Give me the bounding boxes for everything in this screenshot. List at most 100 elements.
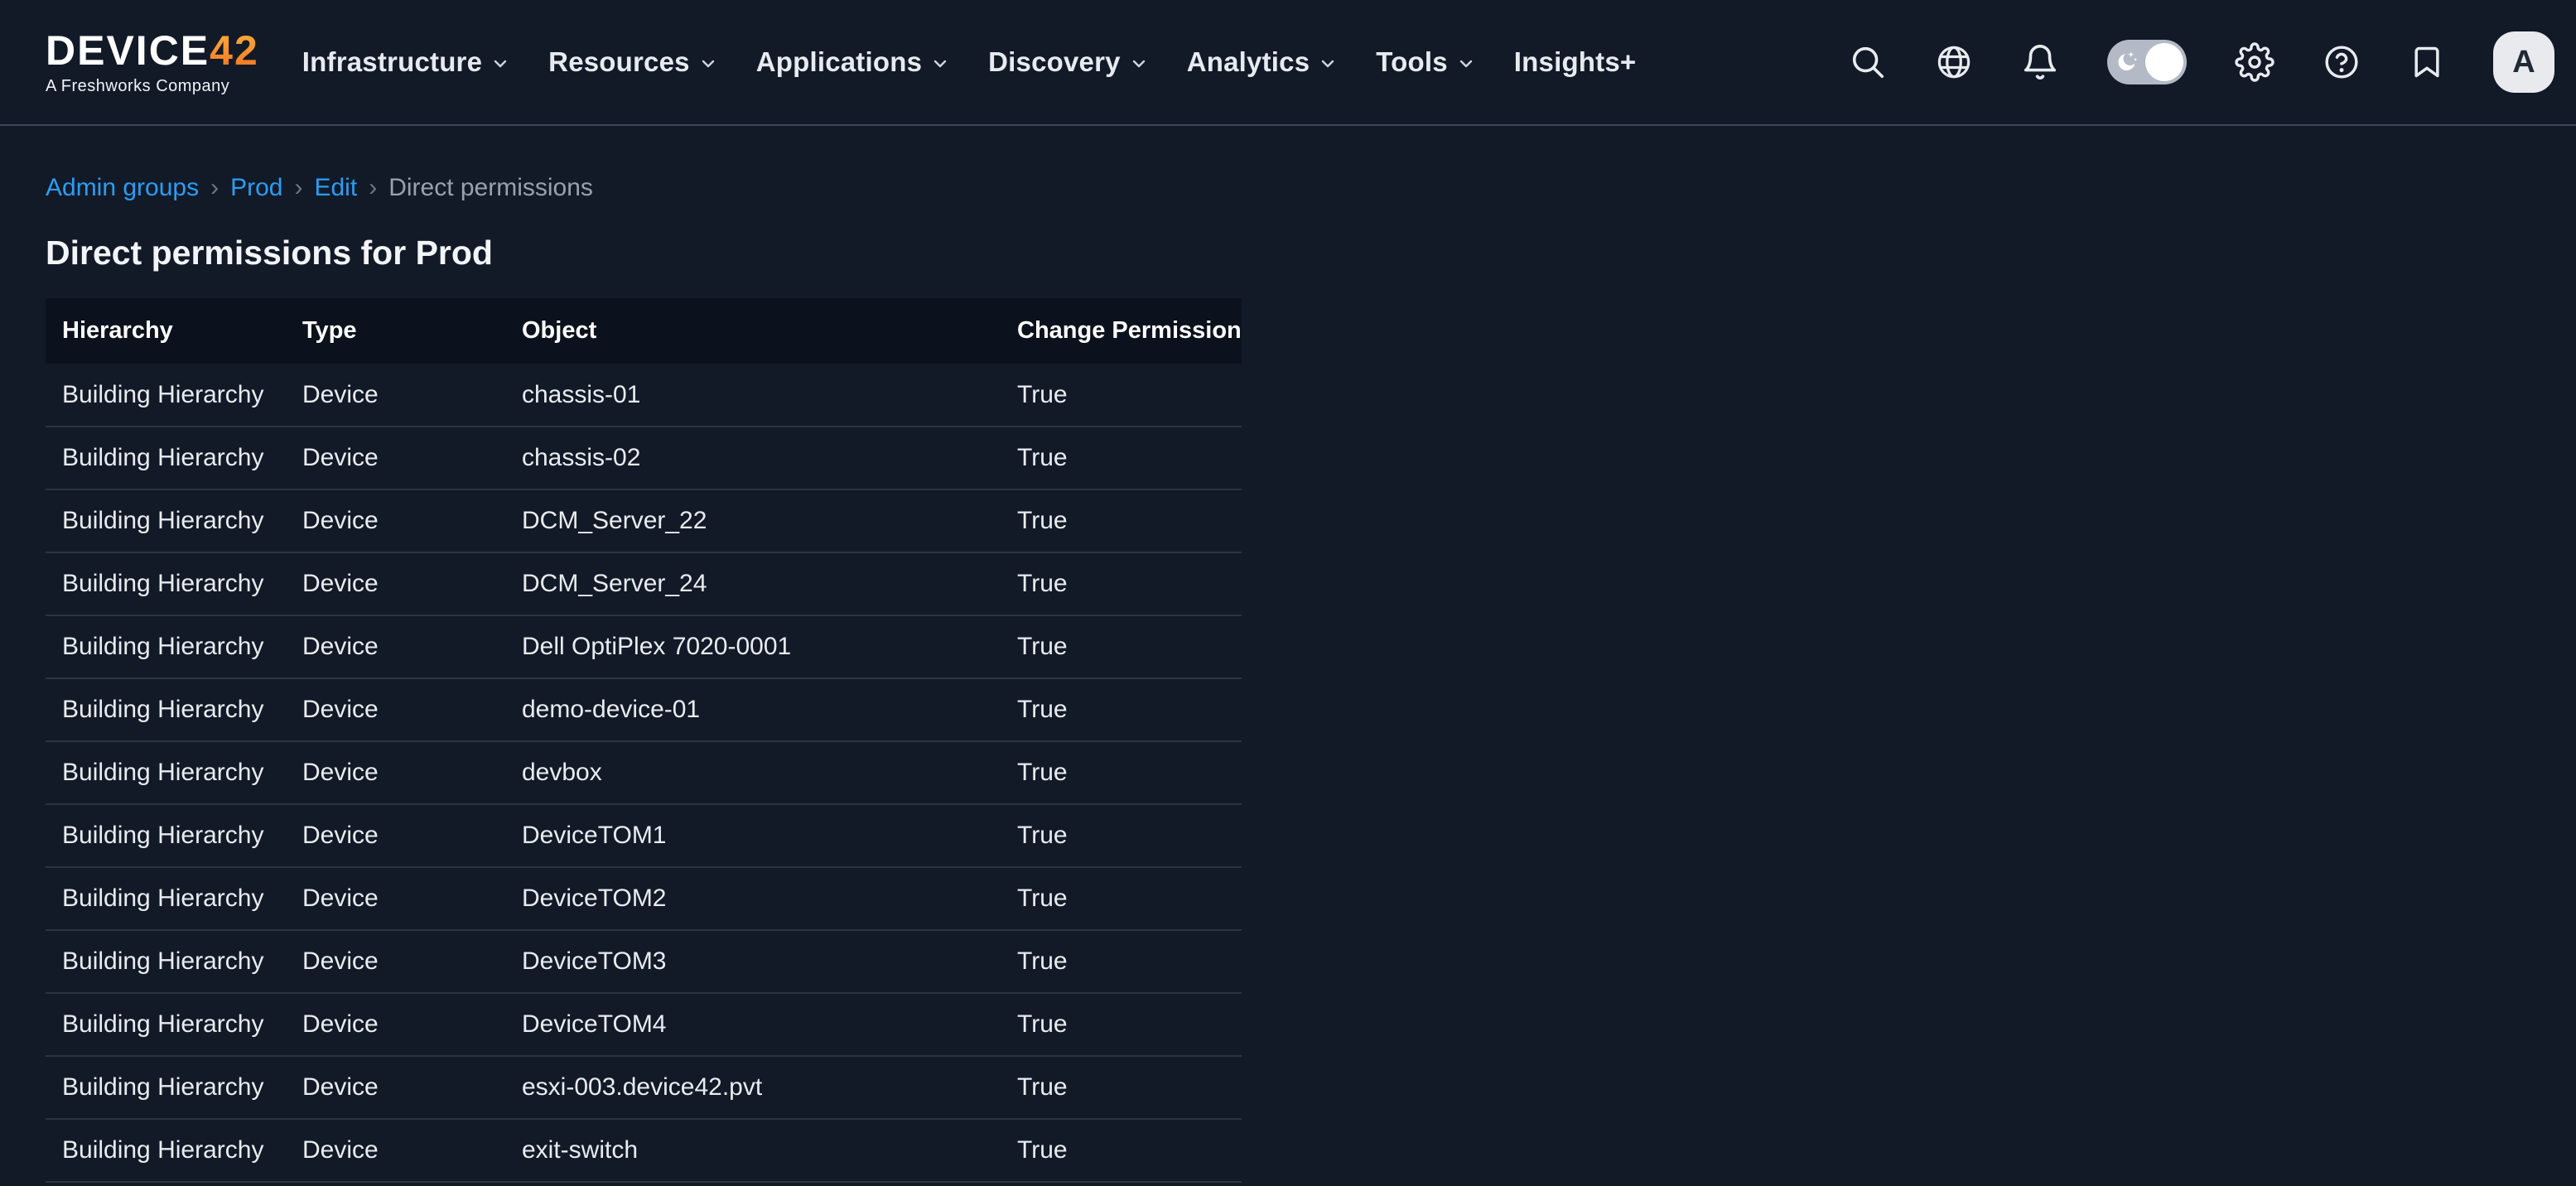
table-cell: Device <box>286 364 505 427</box>
page-title: Direct permissions for Prod <box>46 232 2530 273</box>
column-header-type: Type <box>286 298 505 364</box>
breadcrumb-current: Direct permissions <box>388 172 593 204</box>
help-icon[interactable] <box>2323 43 2361 81</box>
nav-item-insights-[interactable]: Insights+ <box>1514 46 1637 78</box>
table-cell: True <box>1001 1119 1242 1182</box>
nav-item-applications[interactable]: Applications <box>756 46 950 78</box>
table-cell: True <box>1001 930 1242 993</box>
breadcrumb-separator: › <box>210 172 219 204</box>
table-cell: DCM_Server_22 <box>505 489 1001 552</box>
table-cell: Device <box>286 678 505 741</box>
nav-item-label: Applications <box>756 46 922 78</box>
table-row: Building HierarchyDevicedemo-device-01Tr… <box>46 678 1242 741</box>
table-cell: True <box>1001 804 1242 867</box>
chevron-down-icon <box>490 54 510 74</box>
table-row: Building HierarchyDeviceesxi-003.device4… <box>46 1056 1242 1119</box>
column-header-hierarchy: Hierarchy <box>46 298 286 364</box>
table-cell: True <box>1001 427 1242 489</box>
breadcrumb-separator: › <box>369 172 377 204</box>
nav-item-label: Infrastructure <box>302 46 482 78</box>
nav-item-resources[interactable]: Resources <box>548 46 718 78</box>
nav-item-infrastructure[interactable]: Infrastructure <box>302 46 510 78</box>
table-row: Building HierarchyDeviceDCM_Server_24Tru… <box>46 552 1242 615</box>
toggle-knob <box>2145 43 2183 81</box>
nav-item-label: Tools <box>1376 46 1448 78</box>
table-cell: True <box>1001 1056 1242 1119</box>
gear-icon[interactable] <box>2235 42 2275 82</box>
chevron-down-icon <box>1129 54 1149 74</box>
table-cell: DeviceTOM1 <box>505 804 1001 867</box>
table-row: Building HierarchyDevicechassis-01True <box>46 364 1242 427</box>
table-cell: chassis-01 <box>505 364 1001 427</box>
table-cell: Building Hierarchy <box>46 867 286 930</box>
nav-item-label: Insights+ <box>1514 46 1637 78</box>
nav-item-label: Resources <box>548 46 690 78</box>
breadcrumb-link[interactable]: Prod <box>230 172 282 204</box>
table-cell: DeviceTOM4 <box>505 993 1001 1056</box>
table-cell: Device <box>286 427 505 489</box>
header-icon-group: A <box>1849 31 2554 93</box>
table-cell: Building Hierarchy <box>46 364 286 427</box>
table-cell: DeviceTOM3 <box>505 930 1001 993</box>
table-row: Building HierarchyDeviceDeviceTOM2True <box>46 867 1242 930</box>
table-cell: Dell OptiPlex 7020-0001 <box>505 615 1001 678</box>
table-cell: Device <box>286 1056 505 1119</box>
device42-logo[interactable]: DEVICE42 A Freshworks Company <box>46 29 259 96</box>
table-cell: Building Hierarchy <box>46 993 286 1056</box>
top-navigation-bar: DEVICE42 A Freshworks Company Infrastruc… <box>0 0 2576 126</box>
table-cell: Device <box>286 930 505 993</box>
table-row: Building HierarchyDevicechassis-02True <box>46 427 1242 489</box>
nav-item-tools[interactable]: Tools <box>1376 46 1476 78</box>
breadcrumb: Admin groups › Prod › Edit › Direct permission… <box>46 172 2530 204</box>
table-cell: Building Hierarchy <box>46 615 286 678</box>
table-cell: Building Hierarchy <box>46 1119 286 1182</box>
table-cell: Device <box>286 552 505 615</box>
table-cell: True <box>1001 741 1242 804</box>
table-row: Building HierarchyDevicedevboxTrue <box>46 741 1242 804</box>
avatar-initial: A <box>2512 45 2535 80</box>
table-header: Hierarchy Type Object Change Permission <box>46 298 1242 364</box>
table-cell: Device <box>286 489 505 552</box>
breadcrumb-link[interactable]: Edit <box>314 172 357 204</box>
table-cell: True <box>1001 615 1242 678</box>
nav-item-label: Analytics <box>1187 46 1310 78</box>
logo-tagline: A Freshworks Company <box>46 77 259 96</box>
table-cell: chassis-02 <box>505 427 1001 489</box>
search-icon[interactable] <box>1849 43 1887 81</box>
page-content: Admin groups › Prod › Edit › Direct permission… <box>0 126 2576 1183</box>
table-cell: Building Hierarchy <box>46 489 286 552</box>
table-cell: Building Hierarchy <box>46 678 286 741</box>
chevron-down-icon <box>930 54 950 74</box>
table-cell: Device <box>286 741 505 804</box>
table-cell: True <box>1001 993 1242 1056</box>
dark-mode-toggle[interactable] <box>2107 40 2187 84</box>
moon-icon <box>2114 49 2140 80</box>
breadcrumb-separator: › <box>294 172 302 204</box>
table-cell: Building Hierarchy <box>46 804 286 867</box>
chevron-down-icon <box>1318 54 1338 74</box>
nav-item-discovery[interactable]: Discovery <box>988 46 1149 78</box>
user-avatar[interactable]: A <box>2493 31 2554 93</box>
table-cell: demo-device-01 <box>505 678 1001 741</box>
table-cell: Building Hierarchy <box>46 930 286 993</box>
bell-icon[interactable] <box>2021 43 2059 81</box>
table-row: Building HierarchyDeviceDeviceTOM3True <box>46 930 1242 993</box>
table-row: Building HierarchyDeviceDeviceTOM1True <box>46 804 1242 867</box>
column-header-change-permission: Change Permission <box>1001 298 1242 364</box>
nav-item-label: Discovery <box>988 46 1121 78</box>
logo-brand-text: DEVICE <box>46 27 210 74</box>
table-cell: DCM_Server_24 <box>505 552 1001 615</box>
table-row: Building HierarchyDeviceDell OptiPlex 70… <box>46 615 1242 678</box>
table-cell: Device <box>286 615 505 678</box>
nav-item-analytics[interactable]: Analytics <box>1187 46 1339 78</box>
breadcrumb-link[interactable]: Admin groups <box>46 172 199 204</box>
table-cell: Device <box>286 1119 505 1182</box>
table-cell: True <box>1001 678 1242 741</box>
table-cell: DeviceTOM2 <box>505 867 1001 930</box>
table-cell: Building Hierarchy <box>46 1056 286 1119</box>
table-cell: exit-switch <box>505 1119 1001 1182</box>
table-cell: devbox <box>505 741 1001 804</box>
logo-text: DEVICE42 <box>46 29 259 72</box>
bookmark-icon[interactable] <box>2409 44 2445 80</box>
globe-icon[interactable] <box>1935 43 1973 81</box>
